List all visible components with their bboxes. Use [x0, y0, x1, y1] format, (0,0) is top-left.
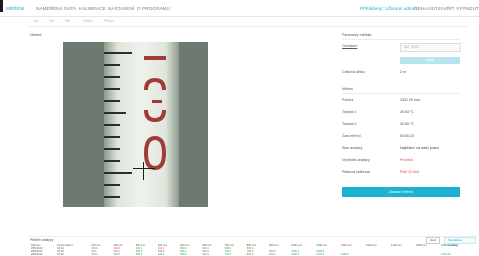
temperature2-label: Teplota 2 — [342, 122, 357, 126]
subtab-3m[interactable]: 3M — [65, 19, 70, 23]
results-panel: Průběh analýzy Graf Naměřené hodnoty Záz… — [28, 236, 476, 256]
subtab-2m[interactable]: 2M — [49, 19, 54, 23]
ruler-tick — [104, 64, 120, 66]
camera-preview — [63, 42, 208, 207]
ruler-tick — [104, 100, 120, 102]
calibration-validity-label: Platnost kalibrace — [342, 170, 371, 174]
params-panel: Parametry měřidla Označení DM_00301 Ulož… — [336, 30, 462, 230]
measure-cursor-cross — [133, 168, 155, 169]
measurement-time-label: Čas měření — [342, 134, 361, 138]
temperature1-label: Teplota 1 — [342, 110, 357, 114]
ruler-tick — [104, 196, 120, 198]
measure-cursor-line — [143, 162, 144, 180]
position-value: 1331.29 mm — [400, 98, 420, 102]
position-label: Poloha — [342, 98, 354, 102]
ruler-tick — [104, 76, 120, 78]
ruler-tick — [104, 148, 120, 150]
nav-o-programu[interactable]: O PROGRAMU — [137, 6, 170, 11]
subtab-delka[interactable]: Délka — [83, 19, 92, 23]
analysis-result-value: Probíhá — [400, 158, 413, 162]
top-navigation: MĚŘENÍ NAMĚŘENÁ DATA KALIBRACE NASTAVENÍ… — [0, 0, 479, 17]
nav-kalibrace[interactable]: KALIBRACE — [79, 6, 106, 11]
logout-button[interactable]: ODHLÁSIT — [414, 6, 438, 11]
measurement-time-value: 00:00:23 — [400, 134, 414, 138]
ruler-tick — [104, 172, 132, 174]
analysis-state-value: Najíždění na další pozici — [400, 146, 439, 150]
params-title: Parametry měřidla — [342, 33, 372, 37]
ruler-tick — [104, 184, 120, 186]
camera-panel-title: Náhled — [30, 33, 42, 37]
measurement-title: Měření — [342, 87, 354, 91]
stop-measurement-button[interactable]: Zastavit měření — [342, 187, 460, 197]
results-table: Záznam Počet měření 100 mm 200 mm 300 mm 400 … — [30, 244, 476, 256]
ruler-tick — [104, 52, 132, 54]
app-logo — [0, 0, 3, 12]
ruler-image — [104, 42, 179, 207]
analysis-result-label: Výsledek analýzy — [342, 158, 370, 162]
ruler-tick — [104, 160, 120, 162]
temperature2-value: 20.65 °C — [400, 122, 415, 126]
nav-nastaveni[interactable]: NASTAVENÍ — [108, 6, 134, 11]
nav-namerena-data[interactable]: NAMĚŘENÁ DATA — [36, 6, 76, 11]
ruler-tick — [104, 88, 120, 90]
shutdown-button[interactable]: VYPNOUT — [456, 6, 479, 11]
total-length-label: Celková délka — [342, 70, 365, 74]
ruler-tick — [104, 136, 120, 138]
params-divider — [342, 39, 460, 40]
subtab-1m[interactable]: 1M — [33, 19, 38, 23]
temperature1-value: 20.93 °C — [400, 110, 415, 114]
nav-mereni[interactable]: MĚŘENÍ — [6, 6, 24, 11]
ruler-tick — [104, 124, 120, 126]
measurement-divider — [342, 93, 460, 94]
ruler-numbers-graphic — [144, 56, 166, 170]
values-button[interactable]: Naměřené hodnoty — [444, 237, 476, 247]
close-button[interactable]: ZAVŘÍT — [438, 6, 455, 11]
save-button[interactable]: Uložit — [400, 57, 460, 64]
total-length-value: 2 m — [400, 70, 406, 74]
designation-label: Označení — [342, 44, 358, 48]
designation-field[interactable]: DM_00301 — [400, 43, 461, 52]
calibration-validity-value: Platí 22 dnů — [400, 170, 420, 174]
logged-user-label: Přihlášený: Uživatel admin — [360, 6, 417, 11]
subtab-divider — [28, 26, 468, 27]
graph-button[interactable]: Graf — [426, 237, 440, 244]
subtab-posun[interactable]: Posun — [104, 19, 114, 23]
ruler-tick — [104, 112, 126, 114]
analysis-state-label: Stav analýzy — [342, 146, 363, 150]
results-title: Průběh analýzy — [30, 238, 54, 242]
